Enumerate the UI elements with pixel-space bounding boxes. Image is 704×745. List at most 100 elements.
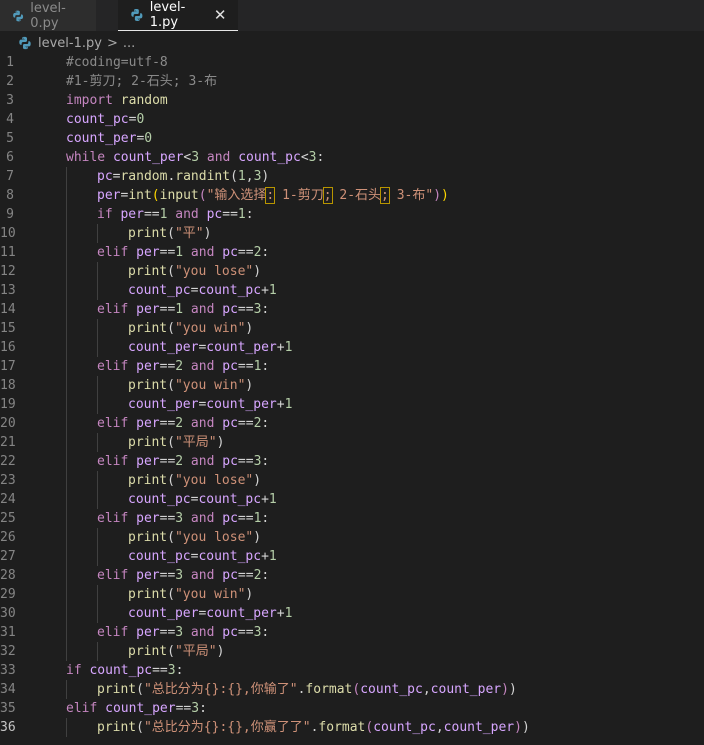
code-line[interactable]: 34 print("总比分为{}:{},你输了".format(count_pc,… [0,680,704,699]
code-token: pc [222,568,238,583]
code-token: 3-布" [388,188,434,203]
code-line[interactable]: 5 count_per=0 [0,129,704,148]
code-token: == [237,245,254,260]
indent-guide [66,433,67,452]
code-token: : [261,359,270,374]
python-file-icon [19,36,31,50]
code-token: int [128,188,152,203]
code-line[interactable]: 1 #coding=utf-8 [0,53,704,72]
code-token: 3 [175,625,184,640]
code-line[interactable]: 28 elif per==3 and pc==2: [0,566,704,585]
line-number: 10 [0,226,16,241]
line-number: 24 [0,492,16,507]
code-text: if per==1 and pc==1: [40,205,254,224]
code-text: elif per==2 and pc==2: [40,414,269,433]
code-line[interactable]: 12 print("you lose") [0,262,704,281]
code-line[interactable]: 22 elif per==2 and pc==3: [0,452,704,471]
line-number: 13 [0,283,16,298]
code-line[interactable]: 26 print("you lose") [0,528,704,547]
code-token: and [183,245,223,260]
code-editor[interactable]: 1 #coding=utf-8 2 #1-剪刀; 2-石头; 3-布 3 import r… [0,53,704,745]
code-token: == [222,207,238,222]
code-line[interactable]: 20 elif per==2 and pc==2: [0,414,704,433]
code-token: 1 [237,169,246,184]
code-token: count_per [430,682,502,697]
code-line[interactable]: 11 elif per==1 and pc==2: [0,243,704,262]
code-line[interactable]: 9 if per==1 and pc==1: [0,205,704,224]
code-line[interactable]: 36 print("总比分为{}:{},你赢了了".format(count_pc… [0,718,704,737]
indent-guide [97,376,98,395]
code-token: ( [230,169,238,184]
indent-guide [66,262,67,281]
code-token: "输入选择 [206,188,267,203]
code-line[interactable]: 25 elif per==3 and pc==1: [0,509,704,528]
code-token: format [318,720,366,735]
close-icon[interactable]: ✕ [212,6,228,24]
code-token: ; [322,187,333,204]
code-text: count_pc=count_pc+1 [40,281,277,300]
code-line[interactable]: 6 while count_per<3 and count_pc<3: [0,148,704,167]
code-line[interactable]: 19 count_per=count_per+1 [0,395,704,414]
indent-guide [66,471,67,490]
tab-level-0[interactable]: level-0.py [0,0,96,31]
code-line[interactable]: 29 print("you win") [0,585,704,604]
line-number: 5 [6,131,14,146]
indent-guide [97,338,98,357]
code-line[interactable]: 10 print("平") [0,224,704,243]
code-line[interactable]: 35 elif count_per==3: [0,699,704,718]
code-token: == [159,454,176,469]
code-token: ( [136,720,144,735]
code-token: random [120,169,168,184]
code-line[interactable]: 15 print("you win") [0,319,704,338]
code-line[interactable]: 8 per=int(input("输入选择: 1-剪刀; 2-石头; 3-布")) [0,186,704,205]
code-line[interactable]: 21 print("平局") [0,433,704,452]
code-text: count_per=count_per+1 [40,338,292,357]
code-token: ( [167,321,175,336]
indent-guide [97,433,98,452]
code-token: "you win" [174,587,246,602]
code-line[interactable]: 27 count_pc=count_pc+1 [0,547,704,566]
code-line[interactable]: 7 pc=random.randint(1,3) [0,167,704,186]
line-number: 16 [0,340,16,355]
code-token: + [276,606,285,621]
code-token: "平局" [174,435,217,450]
code-token: elif [97,568,129,583]
code-line[interactable]: 30 count_per=count_per+1 [0,604,704,623]
code-text: pc=random.randint(1,3) [40,167,269,186]
code-text: elif per==3 and pc==3: [40,623,269,642]
code-token: pc [222,245,238,260]
code-token: random [120,93,168,108]
code-token: == [175,701,192,716]
code-line[interactable]: 23 print("you lose") [0,471,704,490]
indent-guide [66,167,67,186]
code-line[interactable]: 31 elif per==3 and pc==3: [0,623,704,642]
line-number: 25 [0,511,16,526]
code-line[interactable]: 17 elif per==2 and pc==1: [0,357,704,376]
code-text: count_per=count_per+1 [40,604,292,623]
indent-guide [66,680,67,699]
code-text: if count_pc==3: [40,661,183,680]
code-text: count_pc=count_pc+1 [40,490,277,509]
line-number: 3 [6,93,14,108]
code-line[interactable]: 14 elif per==1 and pc==3: [0,300,704,319]
indent-guide [66,452,67,471]
code-token: : [261,511,270,526]
code-line[interactable]: 13 count_pc=count_pc+1 [0,281,704,300]
code-line[interactable]: 18 print("you win") [0,376,704,395]
breadcrumb-file[interactable]: level-1.py [38,36,102,51]
code-token: print [97,682,137,697]
breadcrumb-more[interactable]: ... [123,36,135,51]
tab-level-1[interactable]: level-1.py ✕ [118,0,238,31]
line-number: 15 [0,321,16,336]
code-line[interactable]: 24 count_pc=count_pc+1 [0,490,704,509]
code-line[interactable]: 33 if count_pc==3: [0,661,704,680]
code-line[interactable]: 16 count_per=count_per+1 [0,338,704,357]
code-line[interactable]: 3 import random [0,91,704,110]
code-line[interactable]: 32 print("平局") [0,642,704,661]
code-line[interactable]: 4 count_pc=0 [0,110,704,129]
line-number: 33 [0,663,16,678]
code-token: == [237,454,254,469]
code-line[interactable]: 2 #1-剪刀; 2-石头; 3-布 [0,72,704,91]
code-token: and [183,416,223,431]
